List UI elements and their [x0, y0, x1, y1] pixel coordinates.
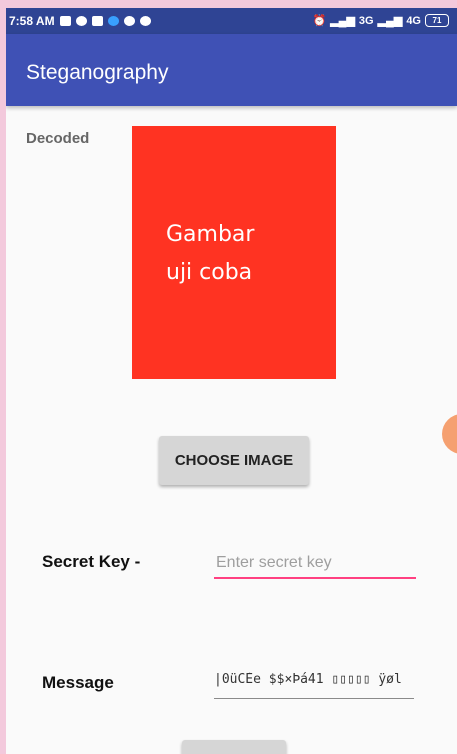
message-label: Message — [42, 673, 114, 692]
alarm-icon: ⏰ — [312, 15, 327, 27]
video-icon — [59, 16, 71, 26]
decoded-image: Gambar uji coba — [132, 126, 336, 379]
message-icon — [91, 16, 103, 26]
image-text: Gambar uji coba — [166, 222, 255, 285]
secret-key-input[interactable] — [214, 549, 416, 579]
network-type-3g: 3G — [358, 14, 374, 27]
status-left: 7:58 AM — [9, 14, 151, 28]
status-time: 7:58 AM — [9, 14, 55, 28]
chat-icon — [123, 16, 135, 26]
app-icon — [139, 16, 151, 26]
status-right: ⏰ ▂▄▆ 3G ▂▄▆ 4G 71 — [312, 14, 449, 27]
decoded-label: Decoded — [26, 130, 90, 147]
signal-icon: ▂▄▆ — [330, 15, 355, 27]
choose-image-button[interactable]: CHOOSE IMAGE — [159, 436, 309, 485]
phone-screen: 7:58 AM ⏰ ▂▄▆ 3G ▂▄▆ 4G 71 Steganography… — [6, 8, 457, 754]
chrome-icon — [107, 16, 119, 26]
bottom-button[interactable] — [182, 740, 286, 754]
whatsapp-icon — [75, 16, 87, 26]
signal-icon-2: ▂▄▆ — [377, 15, 403, 27]
secret-key-label: Secret Key - — [42, 552, 141, 571]
app-bar: Steganography — [6, 34, 457, 106]
status-bar: 7:58 AM ⏰ ▂▄▆ 3G ▂▄▆ 4G 71 — [6, 8, 457, 34]
floating-action-button[interactable] — [442, 414, 457, 454]
message-field[interactable]: |0üCÈe $$×Þá41 ▯▯▯▯▯ ÿøl — [214, 672, 414, 699]
network-type-4g: 4G — [406, 14, 421, 27]
battery-icon: 71 — [425, 14, 449, 27]
app-title: Steganography — [26, 61, 169, 84]
